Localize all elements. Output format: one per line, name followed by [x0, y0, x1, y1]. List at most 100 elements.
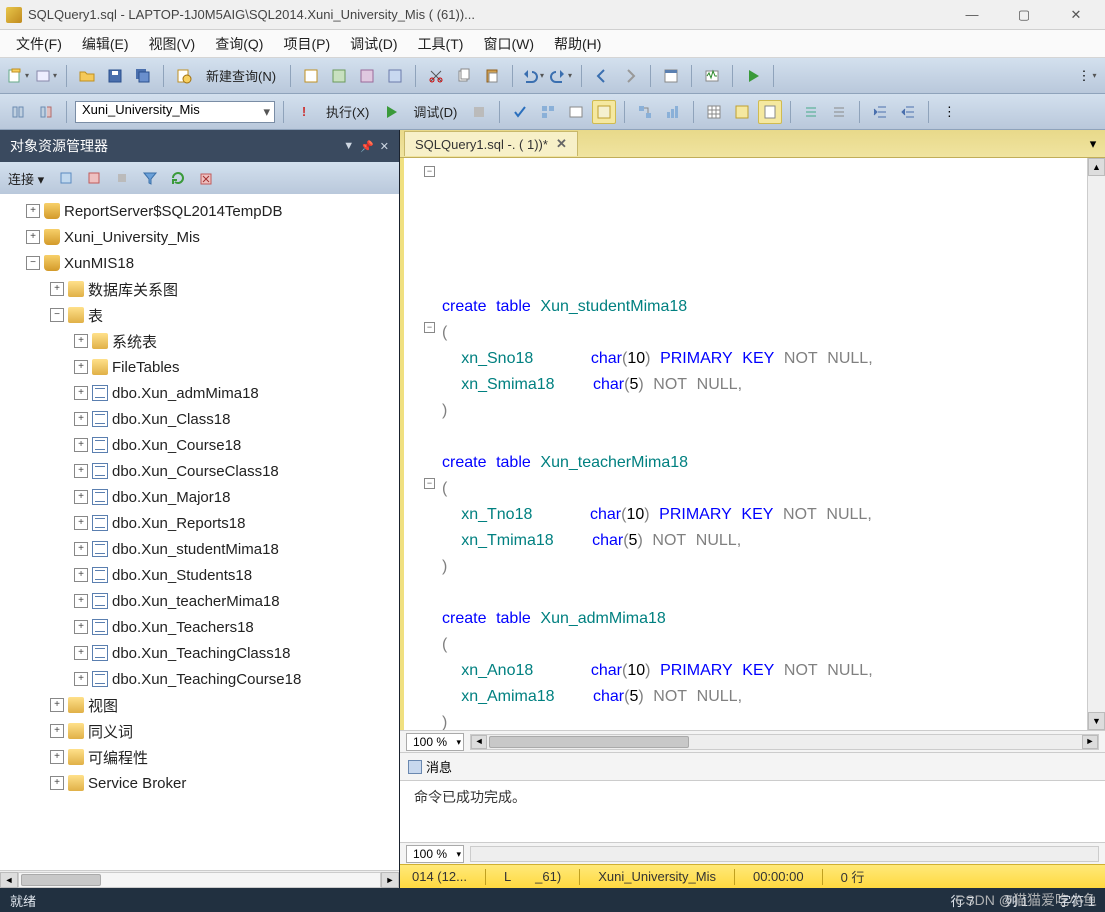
minimize-button[interactable]: —: [949, 0, 995, 30]
copy-button[interactable]: [452, 64, 476, 88]
menu-file[interactable]: 文件(F): [8, 31, 70, 57]
zoom-combo-msg[interactable]: 100 %: [406, 845, 464, 863]
open-button[interactable]: [75, 64, 99, 88]
include-stats-button[interactable]: [661, 100, 685, 124]
tree-systables[interactable]: +系统表: [2, 328, 397, 354]
intellisense-button[interactable]: [592, 100, 616, 124]
close-button[interactable]: ✕: [1053, 0, 1099, 30]
refresh-oe-button[interactable]: [166, 166, 190, 190]
undo-button[interactable]: [521, 64, 545, 88]
code-editor[interactable]: − − − create table Xun_studentMima18 ( x…: [400, 158, 1105, 730]
new-query-label[interactable]: 新建查询(N): [200, 66, 282, 85]
object-tree[interactable]: +ReportServer$SQL2014TempDB +Xuni_Univer…: [0, 194, 399, 870]
menu-query[interactable]: 查询(Q): [207, 31, 271, 57]
outdent-button[interactable]: [896, 100, 920, 124]
tree-db-xunmis[interactable]: −XunMIS18: [2, 250, 397, 276]
include-plan-button[interactable]: [633, 100, 657, 124]
tree-servicebroker[interactable]: +Service Broker: [2, 770, 397, 796]
nav-fwd-button[interactable]: [618, 64, 642, 88]
tree-table-7[interactable]: +dbo.Xun_studentMima18: [2, 536, 397, 562]
indent-button[interactable]: [868, 100, 892, 124]
editor-vscroll[interactable]: ▲▼: [1087, 158, 1105, 730]
comment-button[interactable]: [799, 100, 823, 124]
debug-label[interactable]: 调试(D): [407, 102, 463, 121]
query-options-button[interactable]: [564, 100, 588, 124]
nav-back-button[interactable]: [590, 64, 614, 88]
execute-icon[interactable]: !: [292, 100, 316, 124]
tree-table-5[interactable]: +dbo.Xun_Major18: [2, 484, 397, 510]
new-query-icon[interactable]: [172, 64, 196, 88]
menu-tools[interactable]: 工具(T): [410, 31, 472, 57]
editor-hscroll[interactable]: ◄►: [470, 734, 1099, 750]
save-button[interactable]: [103, 64, 127, 88]
start-button[interactable]: [741, 64, 765, 88]
mdx-button[interactable]: [327, 64, 351, 88]
connect-label[interactable]: 连接 ▾: [6, 169, 50, 188]
uncomment-button[interactable]: [827, 100, 851, 124]
redo-button[interactable]: [549, 64, 573, 88]
properties-button[interactable]: [659, 64, 683, 88]
add-item-button[interactable]: [34, 64, 58, 88]
tree-filetables[interactable]: +FileTables: [2, 354, 397, 380]
menu-window[interactable]: 窗口(W): [475, 31, 542, 57]
menu-project[interactable]: 项目(P): [275, 31, 338, 57]
save-all-button[interactable]: [131, 64, 155, 88]
menu-edit[interactable]: 编辑(E): [74, 31, 137, 57]
tree-table-12[interactable]: +dbo.Xun_TeachingCourse18: [2, 666, 397, 692]
dmx-button[interactable]: [355, 64, 379, 88]
tab-close-icon[interactable]: ✕: [556, 136, 567, 152]
message-tab[interactable]: 消息: [400, 753, 1105, 781]
de-button-1[interactable]: [299, 64, 323, 88]
parse-button[interactable]: [508, 100, 532, 124]
tree-table-9[interactable]: +dbo.Xun_teacherMima18: [2, 588, 397, 614]
specify-values-button[interactable]: ⋮: [937, 100, 961, 124]
debug-play-icon[interactable]: [379, 100, 403, 124]
tree-synonyms[interactable]: +同义词: [2, 718, 397, 744]
tree-diagrams[interactable]: +数据库关系图: [2, 276, 397, 302]
menu-help[interactable]: 帮助(H): [546, 31, 609, 57]
tree-programmability[interactable]: +可编程性: [2, 744, 397, 770]
cut-button[interactable]: [424, 64, 448, 88]
message-hscroll[interactable]: [470, 846, 1099, 862]
filter-oe-button[interactable]: [138, 166, 162, 190]
zoom-combo[interactable]: 100 %: [406, 733, 464, 751]
tree-table-6[interactable]: +dbo.Xun_Reports18: [2, 510, 397, 536]
tree-table-2[interactable]: +dbo.Xun_Class18: [2, 406, 397, 432]
tree-table-8[interactable]: +dbo.Xun_Students18: [2, 562, 397, 588]
dropdown-icon[interactable]: ▼: [343, 140, 354, 153]
activity-monitor-button[interactable]: [700, 64, 724, 88]
tree-db-reportserver[interactable]: +ReportServer$SQL2014TempDB: [2, 198, 397, 224]
connect-button[interactable]: [6, 100, 30, 124]
tree-hscroll[interactable]: ◄►: [0, 870, 399, 888]
pin-icon[interactable]: 📌: [360, 140, 374, 153]
paste-button[interactable]: [480, 64, 504, 88]
stop-oe-button[interactable]: [110, 166, 134, 190]
database-combo[interactable]: Xuni_University_Mis: [75, 101, 275, 123]
maximize-button[interactable]: ▢: [1001, 0, 1047, 30]
tree-table-4[interactable]: +dbo.Xun_CourseClass18: [2, 458, 397, 484]
tree-db-xuni[interactable]: +Xuni_University_Mis: [2, 224, 397, 250]
results-text-button[interactable]: [730, 100, 754, 124]
estimated-plan-button[interactable]: [536, 100, 560, 124]
tree-tables[interactable]: −表: [2, 302, 397, 328]
tree-table-3[interactable]: +dbo.Xun_Course18: [2, 432, 397, 458]
tree-views[interactable]: +视图: [2, 692, 397, 718]
cancel-query-button[interactable]: [467, 100, 491, 124]
xmla-button[interactable]: [383, 64, 407, 88]
toolbar-overflow[interactable]: ⋮: [1075, 64, 1099, 88]
tab-list-button[interactable]: ▾: [1081, 132, 1105, 156]
menu-debug[interactable]: 调试(D): [342, 31, 405, 57]
menu-view[interactable]: 视图(V): [141, 31, 204, 57]
disconnect-oe-button[interactable]: [82, 166, 106, 190]
tree-table-1[interactable]: +dbo.Xun_admMima18: [2, 380, 397, 406]
tree-table-11[interactable]: +dbo.Xun_TeachingClass18: [2, 640, 397, 666]
tree-table-10[interactable]: +dbo.Xun_Teachers18: [2, 614, 397, 640]
change-conn-button[interactable]: [34, 100, 58, 124]
tab-sqlquery1[interactable]: SQLQuery1.sql -. ( 1))* ✕: [404, 131, 578, 156]
results-file-button[interactable]: [758, 100, 782, 124]
deleted-oe-button[interactable]: [194, 166, 218, 190]
execute-label[interactable]: 执行(X): [320, 102, 375, 121]
new-project-button[interactable]: [6, 64, 30, 88]
results-grid-button[interactable]: [702, 100, 726, 124]
close-panel-icon[interactable]: ✕: [380, 140, 389, 153]
